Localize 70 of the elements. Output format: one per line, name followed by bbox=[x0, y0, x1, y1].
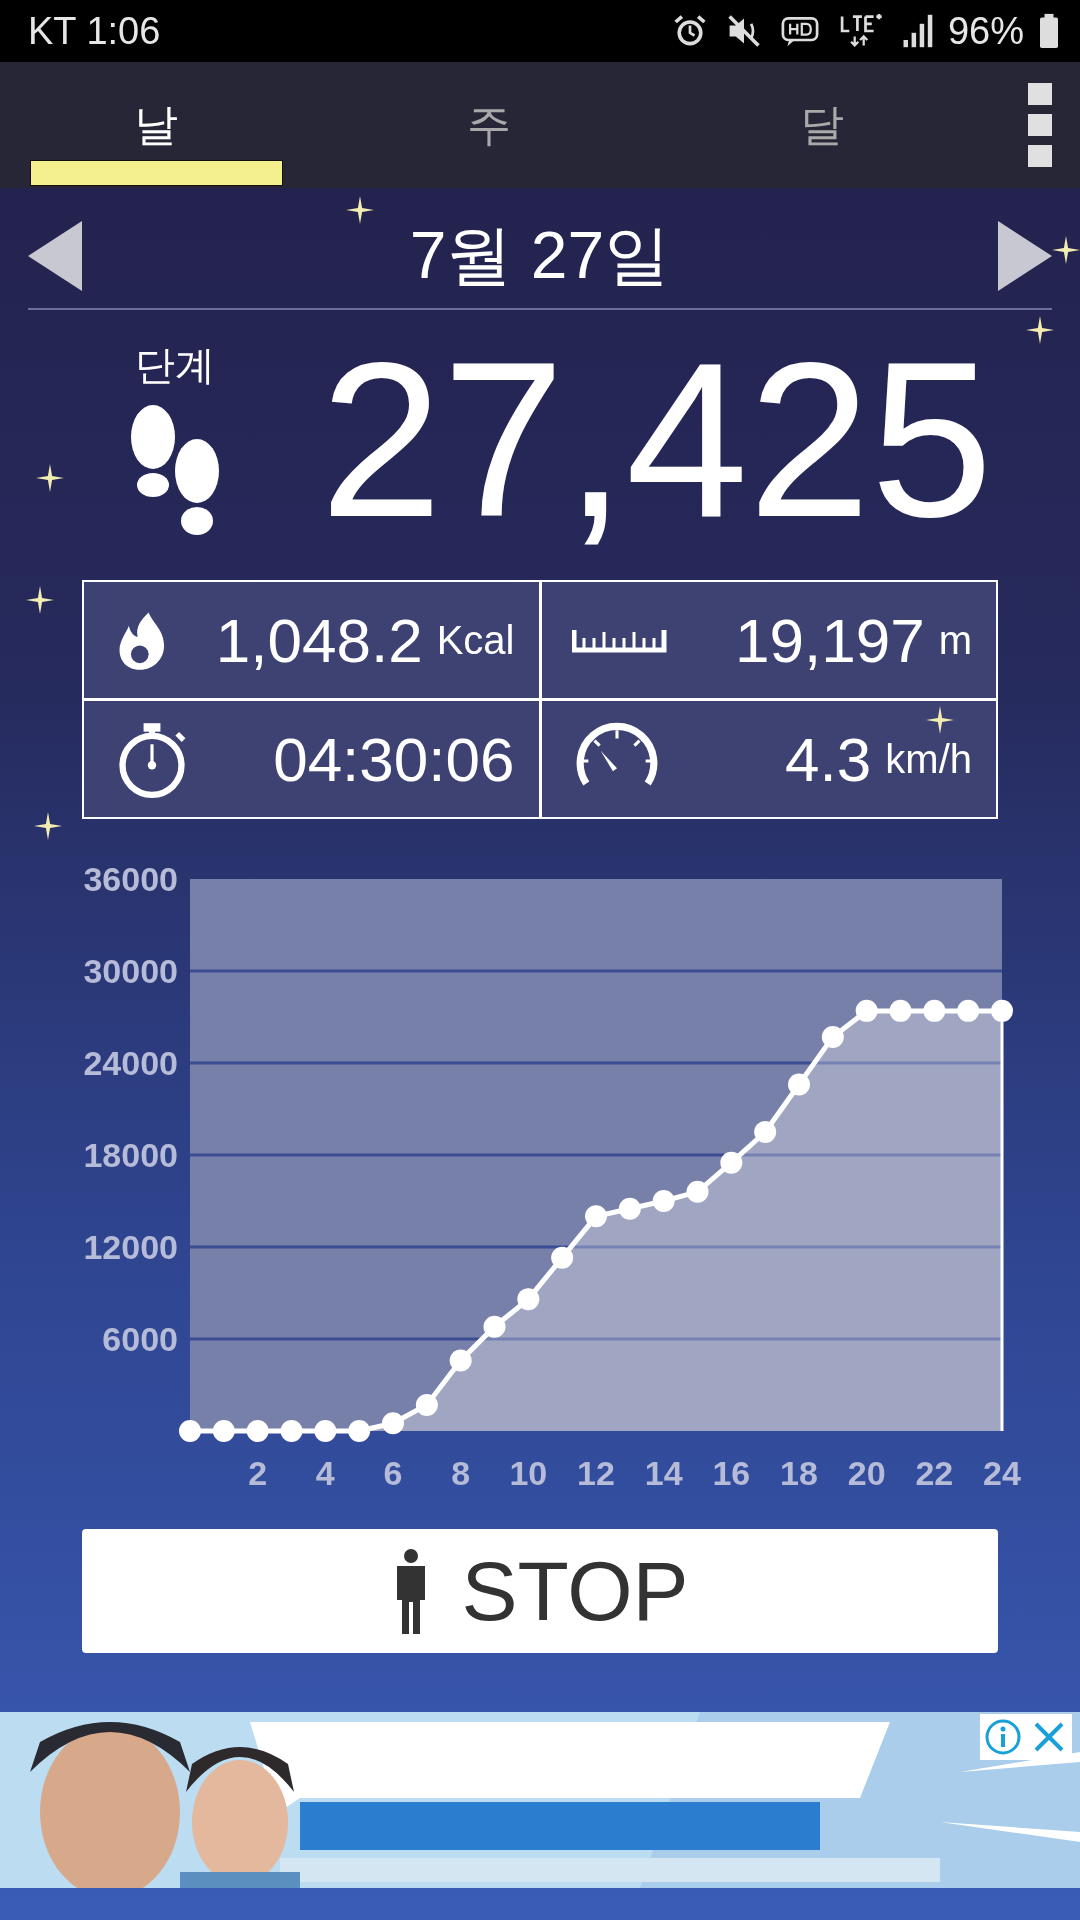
stop-button[interactable]: STOP bbox=[82, 1529, 998, 1653]
stat-value: 04:30:06 bbox=[273, 723, 515, 795]
data-point bbox=[348, 1420, 371, 1442]
data-point bbox=[483, 1315, 506, 1338]
x-axis-label: 14 bbox=[644, 1454, 683, 1492]
y-axis-label: 18000 bbox=[83, 1136, 178, 1174]
sparkle-icon bbox=[1052, 236, 1080, 264]
menu-icon[interactable] bbox=[1028, 83, 1052, 167]
data-point bbox=[618, 1197, 641, 1220]
data-point bbox=[957, 999, 980, 1022]
tab[interactable]: 날 bbox=[30, 62, 283, 188]
battery-icon bbox=[1038, 13, 1060, 49]
sparkle-icon bbox=[26, 586, 54, 614]
x-axis-label: 8 bbox=[451, 1454, 471, 1492]
x-axis-label: 4 bbox=[315, 1454, 335, 1492]
stat-value: 1,048.2 bbox=[215, 604, 423, 676]
data-point bbox=[686, 1180, 709, 1203]
data-point bbox=[788, 1073, 810, 1096]
data-point bbox=[246, 1420, 269, 1442]
stat-value: 19,197 bbox=[735, 604, 925, 676]
x-axis-label: 12 bbox=[577, 1454, 615, 1492]
steps-label: 단계 bbox=[135, 341, 215, 389]
data-point bbox=[652, 1190, 675, 1212]
date-label: 7월 27일 bbox=[409, 217, 671, 294]
data-point bbox=[382, 1412, 404, 1435]
data-point bbox=[415, 1393, 438, 1416]
sparkle-icon bbox=[926, 706, 954, 734]
y-axis-label: 12000 bbox=[83, 1228, 178, 1266]
next-day-button[interactable] bbox=[996, 221, 1052, 291]
data-point bbox=[855, 999, 878, 1022]
stat-unit: m bbox=[938, 617, 972, 663]
data-point bbox=[889, 999, 912, 1022]
data-point bbox=[754, 1121, 777, 1143]
stat-unit: km/h bbox=[885, 736, 972, 782]
x-axis-label: 22 bbox=[915, 1454, 954, 1492]
step-count: 27,425 bbox=[320, 315, 993, 565]
x-axis-label: 16 bbox=[712, 1454, 751, 1492]
tab[interactable]: 주 bbox=[362, 62, 616, 188]
sparkle-icon bbox=[346, 196, 374, 224]
x-axis-label: 10 bbox=[509, 1454, 548, 1492]
stat-value: 4.3 bbox=[785, 723, 872, 795]
battery-level: 96% bbox=[947, 9, 1024, 53]
sparkle-icon bbox=[34, 812, 62, 840]
carrier-time: KT 1:06 bbox=[28, 9, 161, 53]
data-point bbox=[551, 1246, 574, 1269]
y-axis-label: 36000 bbox=[83, 860, 178, 898]
data-point bbox=[585, 1205, 607, 1228]
sparkle-icon bbox=[36, 464, 64, 492]
sparkle-icon bbox=[1026, 316, 1054, 344]
data-point bbox=[449, 1349, 472, 1372]
y-axis-label: 30000 bbox=[83, 952, 178, 990]
x-axis-label: 2 bbox=[248, 1454, 268, 1492]
y-axis-label: 24000 bbox=[83, 1044, 178, 1082]
x-axis-label: 18 bbox=[780, 1454, 818, 1492]
previous-day-button[interactable] bbox=[28, 221, 84, 291]
x-axis-label: 20 bbox=[847, 1454, 886, 1492]
data-point bbox=[821, 1025, 844, 1048]
x-axis-label: 24 bbox=[983, 1454, 1021, 1492]
data-point bbox=[314, 1420, 337, 1442]
data-point bbox=[517, 1288, 540, 1311]
x-axis-label: 6 bbox=[383, 1454, 403, 1492]
y-axis-label: 6000 bbox=[102, 1320, 178, 1358]
data-point bbox=[923, 999, 946, 1022]
info-icon[interactable] bbox=[984, 1718, 1022, 1756]
data-point bbox=[179, 1420, 201, 1442]
data-point bbox=[720, 1151, 743, 1174]
tab[interactable]: 달 bbox=[695, 62, 948, 188]
data-point bbox=[280, 1420, 303, 1442]
data-point bbox=[212, 1420, 235, 1442]
stat-unit: Kcal bbox=[436, 617, 515, 663]
